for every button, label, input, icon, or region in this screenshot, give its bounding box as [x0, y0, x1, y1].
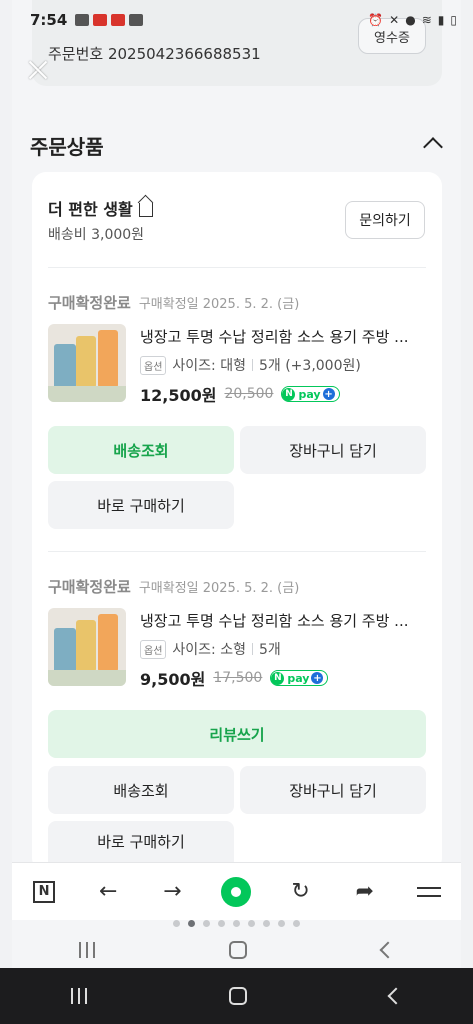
inner-navigation-bar [12, 932, 461, 968]
product-quantity: 5개 (+3,000원) [258, 358, 361, 374]
buy-now-button[interactable]: 바로 구매하기 [48, 821, 234, 862]
product-option: 사이즈: 소형 [172, 642, 246, 658]
gallery-notification-icon [75, 14, 90, 26]
npay-n-icon: N [271, 671, 285, 685]
page-dot [233, 920, 240, 927]
naver-n-icon[interactable]: N [29, 877, 59, 907]
page-dot [218, 920, 225, 927]
option-separator [251, 643, 253, 655]
product-thumbnail[interactable] [48, 608, 126, 686]
inquiry-button[interactable]: 문의하기 [345, 201, 425, 239]
home-button-icon[interactable] [229, 941, 248, 959]
shipping-fee: 배송비 3,000원 [48, 227, 145, 243]
page-dot [263, 920, 270, 927]
share-icon[interactable]: ➦ [350, 877, 380, 907]
buy-now-button[interactable]: 바로 구매하기 [48, 481, 234, 529]
system-navigation-bar [0, 968, 473, 1024]
close-icon[interactable] [24, 56, 52, 84]
item-confirm-date: 구매확정일 2025. 5. 2. (금) [138, 581, 300, 596]
recents-icon[interactable] [79, 942, 96, 958]
back-icon[interactable] [387, 987, 405, 1005]
add-to-cart-button[interactable]: 장바구니 담기 [240, 766, 426, 814]
item-status: 구매확정완료 [48, 294, 131, 312]
track-delivery-button[interactable]: 배송조회 [48, 766, 234, 814]
product-option-row: 옵션 사이즈: 소형 5개 [140, 639, 281, 659]
product-option: 사이즈: 대형 [172, 358, 246, 374]
price-row: 12,500원 20,500 N pay + [140, 382, 340, 406]
item-confirm-date: 구매확정일 2025. 5. 2. (금) [138, 297, 300, 312]
page-dot [248, 920, 255, 927]
page-dot-active [188, 920, 195, 927]
item-status: 구매확정완료 [48, 578, 131, 596]
track-delivery-button[interactable]: 배송조회 [48, 426, 234, 474]
add-to-cart-button[interactable]: 장바구니 담기 [240, 426, 426, 474]
refresh-icon[interactable]: ↻ [286, 877, 316, 907]
home-icon [138, 202, 153, 217]
npay-badge: N pay + [270, 670, 329, 686]
npay-text: pay [287, 671, 310, 685]
notification-icons [75, 14, 144, 26]
status-time: 7:54 [30, 11, 68, 29]
product-name[interactable]: 냉장고 투명 수납 정리함 소스 용기 주방 ... [140, 326, 420, 347]
store-name[interactable]: 더 편한 생활 [48, 196, 153, 220]
page-dot [203, 920, 210, 927]
page-dot [173, 920, 180, 927]
option-separator [251, 359, 253, 371]
screen: 7:54 ⏰ ✕ ● ≋ ▮ ▯ 주문번호 2025042366688531 영… [0, 0, 473, 1024]
npay-badge: N pay + [281, 386, 340, 402]
npay-plus-icon: + [322, 388, 335, 400]
green-dot-icon[interactable] [221, 876, 252, 907]
page-dot [293, 920, 300, 927]
divider [48, 551, 426, 552]
back-icon[interactable] [379, 941, 397, 959]
menu-icon[interactable] [414, 877, 444, 907]
product-price: 9,500원 [140, 670, 206, 689]
product-thumbnail[interactable] [48, 324, 126, 402]
home-button-icon[interactable] [229, 987, 248, 1005]
signal-icon: ▮ [437, 13, 445, 27]
app-notification-icon-2 [111, 14, 126, 26]
product-price: 12,500원 [140, 386, 217, 405]
option-tag: 옵션 [140, 639, 167, 659]
npay-n-icon: N [282, 387, 296, 401]
write-review-button[interactable]: 리뷰쓰기 [48, 710, 426, 758]
battery-icon: ▯ [450, 13, 457, 27]
page-dot [278, 920, 285, 927]
status-bar: 7:54 ⏰ ✕ ● ≋ ▮ ▯ [0, 0, 473, 40]
npay-text: pay [298, 387, 321, 401]
alarm-icon: ⏰ [368, 13, 384, 27]
browser-toolbar: N ← → ↻ ➦ [12, 862, 461, 920]
product-option-row: 옵션 사이즈: 대형 5개 (+3,000원) [140, 355, 361, 375]
section-title: 주문상품 [30, 135, 104, 159]
original-price: 20,500 [224, 386, 274, 402]
message-notification-icon [129, 14, 144, 26]
wifi-icon: ≋ [421, 13, 432, 27]
order-number: 주문번호 2025042366688531 [48, 45, 261, 63]
app-notification-icon [93, 14, 108, 26]
npay-plus-icon: + [311, 672, 324, 684]
system-status-icons: ⏰ ✕ ● ≋ ▮ ▯ [368, 13, 457, 27]
price-row: 9,500원 17,500 N pay + [140, 666, 329, 690]
forward-arrow-icon[interactable]: → [157, 877, 187, 907]
store-name-label: 더 편한 생활 [48, 200, 133, 219]
recents-icon[interactable] [71, 988, 88, 1004]
back-arrow-icon[interactable]: ← [93, 877, 123, 907]
location-icon: ● [405, 13, 416, 27]
option-tag: 옵션 [140, 355, 167, 375]
product-quantity: 5개 [258, 642, 281, 658]
original-price: 17,500 [213, 670, 263, 686]
divider [48, 267, 426, 268]
mute-icon: ✕ [389, 13, 400, 27]
product-name[interactable]: 냉장고 투명 수납 정리함 소스 용기 주방 ... [140, 610, 420, 631]
item-status-line: 구매확정완료 구매확정일 2025. 5. 2. (금) [48, 576, 299, 597]
item-status-line: 구매확정완료 구매확정일 2025. 5. 2. (금) [48, 292, 299, 313]
